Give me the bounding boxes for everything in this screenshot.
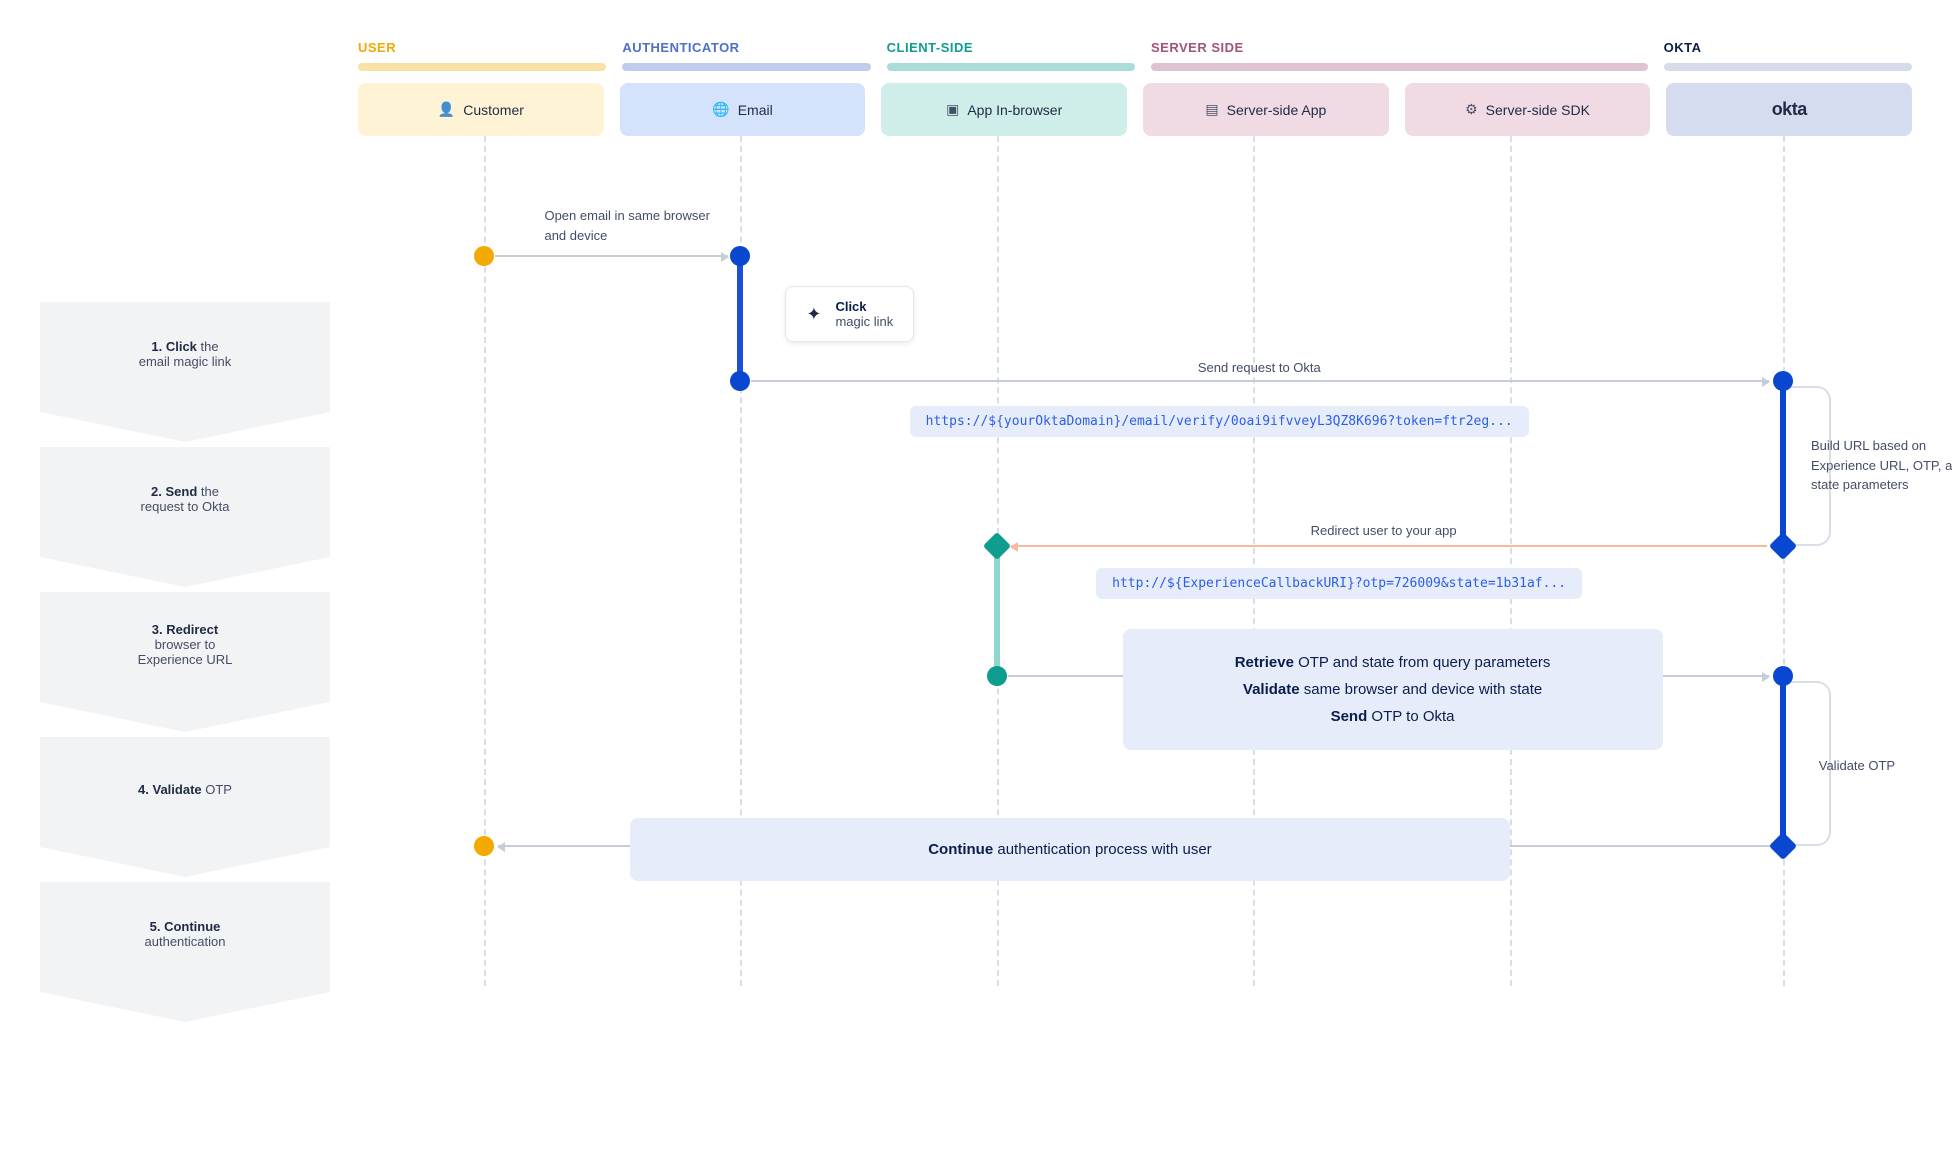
- actor-customer: 👤 Customer: [358, 83, 604, 136]
- actor-label: App In-browser: [967, 102, 1062, 118]
- continue-box: Continue authentication process with use…: [630, 818, 1510, 881]
- actor-server-app: ▤ Server-side App: [1143, 83, 1389, 136]
- server-icon: ▤: [1205, 101, 1218, 118]
- arrow-left-red: [1011, 545, 1768, 547]
- gear-icon: ⚙: [1465, 101, 1478, 118]
- click-icon: ✦: [806, 304, 821, 325]
- actor-label: Server-side SDK: [1486, 102, 1590, 118]
- sequence-diagram: Open email in same browser and device ✦ …: [358, 136, 1912, 986]
- blue-node: [730, 246, 750, 266]
- vseg-okta: [1780, 381, 1786, 546]
- step-4: 4. Validate OTP: [40, 737, 330, 847]
- lane-header-server: SERVER SIDE: [1151, 40, 1648, 71]
- blue-node: [1773, 371, 1793, 391]
- actor-label: Customer: [463, 102, 524, 118]
- globe-icon: 🌐: [712, 101, 729, 118]
- orange-node: [474, 246, 494, 266]
- actor-app-browser: ▣ App In-browser: [881, 83, 1127, 136]
- lane-header-okta: OKTA: [1664, 40, 1912, 71]
- teal-diamond: [983, 532, 1011, 560]
- orange-node: [474, 836, 494, 856]
- actor-label: Email: [738, 102, 773, 118]
- actor-email: 🌐 Email: [620, 83, 866, 136]
- lane-header-user: USER: [358, 40, 606, 71]
- actor-label: Server-side App: [1227, 102, 1327, 118]
- blue-node: [1773, 666, 1793, 686]
- swimlanes: USER AUTHENTICATOR CLIENT-SIDE SERVER SI…: [358, 40, 1912, 992]
- code-url-1: https://${yourOktaDomain}/email/verify/0…: [910, 406, 1529, 437]
- steps-column: 1. Click the email magic link 2. Send th…: [40, 232, 330, 992]
- arrow-right: [751, 380, 1769, 382]
- teal-node: [987, 666, 1007, 686]
- step-1: 1. Click the email magic link: [40, 302, 330, 412]
- actor-server-sdk: ⚙ Server-side SDK: [1405, 83, 1651, 136]
- actor-okta: okta: [1666, 83, 1912, 136]
- label-validate-otp: Validate OTP: [1819, 756, 1939, 776]
- code-url-2: http://${ExperienceCallbackURI}?otp=7260…: [1096, 568, 1582, 599]
- okta-logo: okta: [1772, 99, 1807, 120]
- step-2: 2. Send the request to Okta: [40, 447, 330, 557]
- vseg-client: [994, 546, 1000, 676]
- blue-node: [730, 371, 750, 391]
- click-magic-box: ✦ Clickmagic link: [785, 286, 914, 342]
- step-3: 3. Redirect browser to Experience URL: [40, 592, 330, 702]
- label-send-request: Send request to Okta: [1198, 358, 1321, 378]
- label-redirect: Redirect user to your app: [1311, 521, 1457, 541]
- person-icon: 👤: [438, 101, 455, 118]
- arrow-right: [495, 255, 728, 257]
- lane-header-authenticator: AUTHENTICATOR: [622, 40, 870, 71]
- vseg-okta: [1780, 676, 1786, 846]
- validate-box: Retrieve OTP and state from query parame…: [1123, 629, 1663, 750]
- label-open-email: Open email in same browser and device: [544, 206, 724, 245]
- vseg-auth: [737, 256, 743, 376]
- diagram-canvas: 1. Click the email magic link 2. Send th…: [0, 0, 1952, 1156]
- label-build-url: Build URL based on Experience URL, OTP, …: [1811, 436, 1952, 495]
- step-5: 5. Continue authentication: [40, 882, 330, 992]
- lane-header-client: CLIENT-SIDE: [887, 40, 1135, 71]
- app-icon: ▣: [946, 101, 959, 118]
